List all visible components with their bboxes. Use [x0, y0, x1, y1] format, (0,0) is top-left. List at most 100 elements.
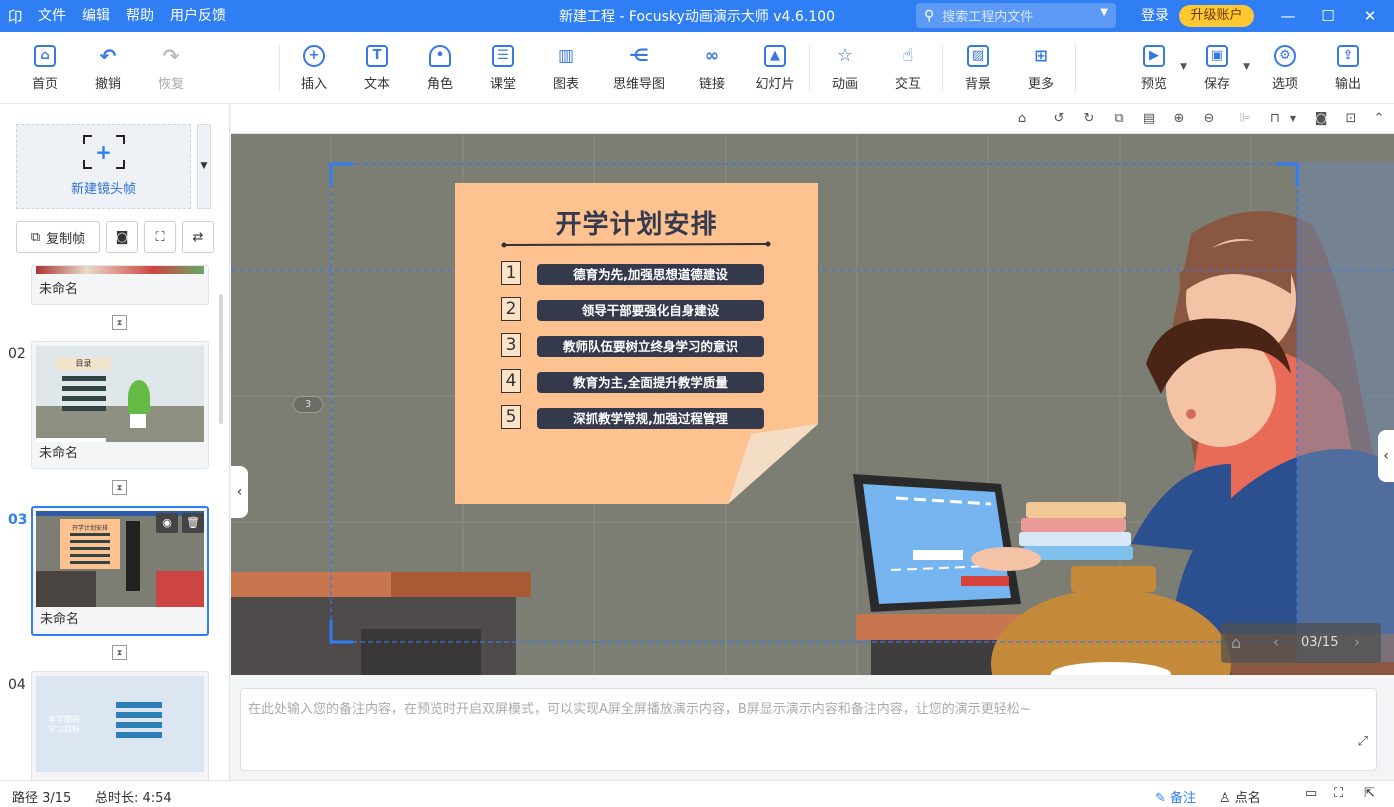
home-view-icon[interactable]: ⌂ — [1014, 111, 1030, 127]
upgrade-account-button[interactable]: 升级账户 — [1179, 5, 1254, 27]
undo-button[interactable]: ↶ 撤销 — [79, 32, 137, 104]
collapse-panel-button[interactable]: ‹ — [231, 466, 248, 518]
link-icon: ∞ — [704, 45, 720, 66]
preview-frame-button[interactable]: ◉ — [156, 513, 178, 533]
next-page-icon[interactable]: › — [1354, 633, 1360, 651]
close-button[interactable]: ✕ — [1350, 0, 1390, 32]
copy-frame-button[interactable]: ⧉ 复制帧 — [16, 221, 100, 253]
slide-thumb-04[interactable]: 本学期的 学习目标 — [31, 671, 209, 780]
zoom-in-icon[interactable]: ⊕ — [1171, 111, 1187, 127]
zoom-out-icon[interactable]: ⊖ — [1201, 111, 1217, 127]
paste-icon[interactable]: ▤ — [1141, 111, 1157, 127]
frame-list-scrollbar[interactable] — [219, 294, 223, 424]
align-icon[interactable]: ⊫ — [1237, 111, 1253, 127]
transition-icon[interactable]: ⧗ — [112, 315, 127, 330]
export-label: 输出 — [1334, 76, 1361, 92]
slide-thumb-01[interactable]: 未命名 — [31, 265, 209, 305]
new-frame-button[interactable]: + 新建镜头帧 — [16, 124, 191, 209]
preview-dropdown-icon[interactable]: ▼ — [1180, 62, 1187, 72]
playback-nav: ⌂ ‹ 03/15 › — [1221, 623, 1381, 663]
preview-button[interactable]: ▶ 预览 ▼ — [1125, 32, 1187, 104]
save-button[interactable]: ▣ 保存 ▼ — [1188, 32, 1250, 104]
plan-item-text: 德育为先,加强思想道德建设 — [537, 264, 764, 285]
transition-icon[interactable]: ⧗ — [112, 480, 127, 495]
collapse-up-icon[interactable]: ⌃ — [1371, 111, 1387, 127]
home-nav-icon[interactable]: ⌂ — [1231, 633, 1241, 652]
camera-button[interactable]: ◙ — [106, 221, 138, 253]
redo-button[interactable]: ↷ 恢复 — [142, 32, 200, 104]
copy-frame-label: 复制帧 — [46, 231, 86, 247]
text-button[interactable]: T 文本 — [348, 32, 406, 104]
screen-icon[interactable]: ▭ — [1305, 786, 1317, 801]
text-icon: T — [366, 44, 388, 67]
rotate-left-icon[interactable]: ↺ — [1051, 111, 1067, 127]
chart-button[interactable]: ▥ 图表 — [537, 32, 595, 104]
plan-item[interactable]: 4 教育为主,全面提升教学质量 — [499, 369, 769, 405]
plan-item[interactable]: 1 德育为先,加强思想道德建设 — [499, 261, 769, 297]
menu-feedback[interactable]: 用户反馈 — [162, 0, 234, 32]
notes-toggle[interactable]: ✎ 备注 — [1155, 787, 1196, 806]
plan-item[interactable]: 3 教师队伍要树立终身学习的意识 — [499, 333, 769, 369]
expand-notes-icon[interactable]: ⤢ — [1358, 734, 1368, 749]
options-button[interactable]: ⚙ 选项 — [1256, 32, 1314, 104]
plan-item-number: 2 — [501, 297, 521, 321]
notes-input[interactable]: 在此处输入您的备注内容，在预览时开启双屏模式，可以实现A屏全屏播放演示内容，B屏… — [240, 688, 1377, 771]
more-button[interactable]: ⊞ 更多 — [1012, 32, 1070, 104]
menu-help[interactable]: 帮助 — [118, 0, 162, 32]
chart-label: 图表 — [552, 76, 579, 92]
plan-item-text: 深抓教学常规,加强过程管理 — [537, 408, 764, 429]
slide-thumb-02[interactable]: 目录 未命名 — [31, 341, 209, 469]
mindmap-label: 思维导图 — [612, 76, 665, 92]
mindmap-button[interactable]: ⋲ 思维导图 — [610, 32, 668, 104]
plan-item[interactable]: 2 领导干部要强化自身建设 — [499, 297, 769, 333]
animation-button[interactable]: ☆ 动画 — [816, 32, 874, 104]
toolbar-divider — [279, 44, 280, 92]
slide-thumb-03[interactable]: 开学计划安排 ◉ 🗑 未命名 — [31, 506, 209, 636]
save-dropdown-icon[interactable]: ▼ — [1243, 62, 1250, 72]
background-button[interactable]: ▨ 背景 — [949, 32, 1007, 104]
camera-icon[interactable]: ◙ — [1313, 111, 1329, 127]
login-button[interactable]: 登录 — [1141, 0, 1169, 32]
rotate-right-icon[interactable]: ↻ — [1081, 111, 1097, 127]
main-toolbar: ⌂ 首页 ↶ 撤销 ↷ 恢复 + 插入 T 文本 • 角色 ☰ 课堂 ▥ 图表 ⋲ 思维导图 ∞ 链… — [0, 32, 1394, 104]
role-label: 角色 — [426, 76, 453, 92]
copy-icon: ⧉ — [30, 229, 41, 245]
maximize-button[interactable]: ☐ — [1308, 0, 1348, 32]
lock-frame-icon[interactable]: ⊡ — [1343, 111, 1359, 127]
screenshot-button[interactable]: ⛶ — [144, 221, 176, 253]
export-button[interactable]: ⇪ 输出 — [1319, 32, 1377, 104]
interact-button[interactable]: ☝ 交互 — [879, 32, 937, 104]
lock-icon[interactable]: ⊓ — [1267, 111, 1283, 127]
menu-edit[interactable]: 编辑 — [74, 0, 118, 32]
plus-circle-icon: + — [303, 44, 325, 67]
project-search-input[interactable]: ⚲ 搜索工程内文件 ▼ — [916, 3, 1116, 28]
copy-icon[interactable]: ⧉ — [1111, 111, 1127, 127]
slideshow-button[interactable]: ▲ 幻灯片 — [746, 32, 804, 104]
card-title[interactable]: 开学计划安排 — [455, 204, 818, 241]
lock-dropdown-icon[interactable]: ▼ — [1285, 111, 1301, 127]
frame-order-badge[interactable]: 3 — [293, 396, 323, 413]
link-button[interactable]: ∞ 链接 — [683, 32, 741, 104]
settings-icon: ⚙ — [1274, 44, 1296, 67]
rollcall-button[interactable]: ♙ 点名 — [1219, 787, 1261, 806]
expand-right-panel-button[interactable]: ‹ — [1378, 430, 1394, 482]
minimize-button[interactable]: — — [1268, 0, 1308, 32]
crop-icon: ⛶ — [155, 229, 165, 245]
chevron-down-icon[interactable]: ▼ — [1100, 7, 1108, 18]
fullscreen-icon[interactable]: ⛶ — [1334, 786, 1343, 801]
preview-label: 预览 — [1140, 76, 1167, 92]
menu-file[interactable]: 文件 — [30, 0, 74, 32]
insert-button[interactable]: + 插入 — [285, 32, 343, 104]
share-icon[interactable]: ⇱ — [1364, 786, 1375, 801]
prev-page-icon[interactable]: ‹ — [1273, 633, 1279, 651]
new-frame-dropdown[interactable]: ▼ — [197, 124, 211, 209]
editor-canvas[interactable]: 开学计划安排 1 德育为先,加强思想道德建设 2 领导干部要强化自身建设 3 教… — [231, 134, 1394, 675]
transition-icon[interactable]: ⧗ — [112, 645, 127, 660]
swap-button[interactable]: ⇄ — [182, 221, 214, 253]
delete-frame-button[interactable]: 🗑 — [182, 513, 204, 533]
plan-item[interactable]: 5 深抓教学常规,加强过程管理 — [499, 405, 769, 441]
save-icon: ▣ — [1206, 44, 1228, 67]
home-button[interactable]: ⌂ 首页 — [16, 32, 74, 104]
class-button[interactable]: ☰ 课堂 — [474, 32, 532, 104]
role-button[interactable]: • 角色 — [411, 32, 469, 104]
